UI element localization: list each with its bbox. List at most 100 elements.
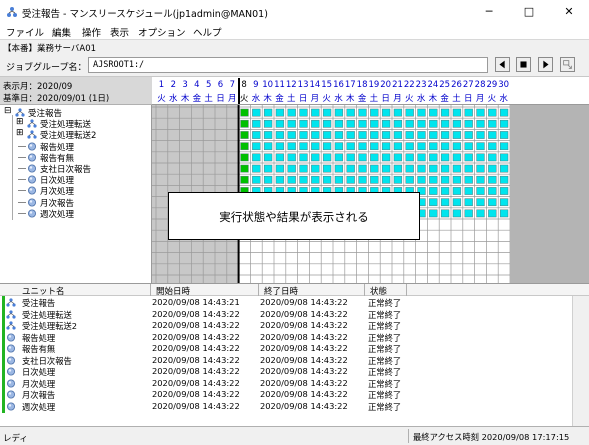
schedule-cell-planned[interactable] [334,175,344,184]
schedule-cell-planned[interactable] [393,119,403,128]
schedule-cell-planned[interactable] [252,119,261,128]
schedule-cell-planned[interactable] [393,142,403,151]
schedule-cell-planned[interactable] [464,131,473,139]
schedule-cell-planned[interactable] [322,131,332,139]
schedule-cell-planned[interactable] [275,131,285,139]
schedule-cell-done[interactable] [240,153,249,162]
tree-item[interactable]: 支社日次報告 [0,163,151,175]
schedule-cell-planned[interactable] [252,108,261,117]
schedule-cell-planned[interactable] [476,119,485,128]
schedule-cell-planned[interactable] [417,164,426,173]
schedule-cell-planned[interactable] [476,175,485,184]
list-row[interactable]: 月次報告 2020/09/08 14:43:22 2020/09/08 14:43:… [0,389,589,400]
schedule-cell-planned[interactable] [452,119,462,128]
schedule-cell-planned[interactable] [287,131,296,139]
tree-item[interactable]: 日次処理 [0,174,151,186]
job-group-field[interactable]: AJSROOT1:/ [88,57,488,73]
schedule-cell-planned[interactable] [476,198,485,207]
schedule-cell-planned[interactable] [346,108,355,117]
schedule-cell-planned[interactable] [393,175,403,184]
schedule-cell-planned[interactable] [263,164,273,173]
schedule-cell-planned[interactable] [499,131,509,139]
schedule-cell-planned[interactable] [405,119,414,128]
schedule-cell-planned[interactable] [381,175,391,184]
close-button[interactable]: ✕ [549,0,589,24]
schedule-cell-planned[interactable] [334,164,344,173]
expand-icon[interactable]: ⊞ [16,117,24,127]
schedule-cell-planned[interactable] [417,175,426,184]
schedule-cell-planned[interactable] [476,142,485,151]
schedule-cell-planned[interactable] [499,175,509,184]
schedule-cell-planned[interactable] [370,131,379,139]
list-row[interactable]: 週次処理 2020/09/08 14:43:22 2020/09/08 14:43:… [0,401,589,412]
schedule-cell-planned[interactable] [440,175,450,184]
menu-help[interactable]: ヘルプ [193,25,222,39]
schedule-cell-planned[interactable] [440,209,450,218]
schedule-cell-planned[interactable] [440,153,450,162]
schedule-cell-planned[interactable] [334,153,344,162]
schedule-cell-planned[interactable] [488,175,497,184]
schedule-cell-planned[interactable] [499,153,509,162]
menu-view[interactable]: 表示 [110,25,129,39]
list-scrollbar[interactable] [572,296,589,426]
schedule-cell-planned[interactable] [263,153,273,162]
schedule-cell-planned[interactable] [358,164,367,173]
schedule-cell-planned[interactable] [252,175,261,184]
schedule-cell-planned[interactable] [405,153,414,162]
schedule-cell-done[interactable] [240,131,249,139]
schedule-cell-planned[interactable] [488,209,497,218]
schedule-cell-planned[interactable] [334,108,344,117]
schedule-cell-done[interactable] [240,175,249,184]
schedule-cell-planned[interactable] [252,131,261,139]
schedule-cell-planned[interactable] [311,131,320,139]
schedule-cell-planned[interactable] [287,164,296,173]
schedule-cell-planned[interactable] [311,142,320,151]
schedule-cell-planned[interactable] [452,187,462,195]
schedule-cell-planned[interactable] [499,164,509,173]
schedule-cell-planned[interactable] [488,131,497,139]
schedule-cell-planned[interactable] [440,198,450,207]
schedule-cell-planned[interactable] [287,153,296,162]
schedule-cell-done[interactable] [240,164,249,173]
tree-item[interactable]: 月次報告 [0,197,151,209]
schedule-cell-planned[interactable] [370,119,379,128]
tree-item[interactable]: 月次処理 [0,185,151,197]
schedule-cell-planned[interactable] [275,142,285,151]
schedule-cell-planned[interactable] [287,142,296,151]
schedule-cell-planned[interactable] [464,142,473,151]
schedule-cell-planned[interactable] [499,119,509,128]
schedule-cell-planned[interactable] [488,108,497,117]
schedule-cell-planned[interactable] [464,175,473,184]
schedule-cell-planned[interactable] [299,153,308,162]
schedule-cell-planned[interactable] [252,142,261,151]
schedule-cell-planned[interactable] [440,187,450,195]
schedule-cell-planned[interactable] [299,119,308,128]
schedule-cell-planned[interactable] [299,175,308,184]
schedule-cell-planned[interactable] [452,164,462,173]
schedule-cell-planned[interactable] [311,119,320,128]
collapse-icon[interactable]: ⊟ [4,106,12,116]
schedule-cell-planned[interactable] [381,142,391,151]
schedule-cell-planned[interactable] [499,108,509,117]
schedule-cell-planned[interactable] [476,209,485,218]
schedule-cell-planned[interactable] [417,131,426,139]
schedule-cell-planned[interactable] [488,164,497,173]
schedule-cell-planned[interactable] [476,131,485,139]
minimize-button[interactable]: ─ [469,0,509,24]
schedule-cell-planned[interactable] [358,142,367,151]
schedule-cell-planned[interactable] [429,209,438,218]
schedule-cell-planned[interactable] [346,164,355,173]
schedule-cell-planned[interactable] [263,142,273,151]
schedule-cell-planned[interactable] [440,119,450,128]
schedule-cell-planned[interactable] [429,187,438,195]
schedule-cell-planned[interactable] [358,108,367,117]
schedule-cell-planned[interactable] [381,119,391,128]
schedule-cell-planned[interactable] [429,131,438,139]
schedule-cell-planned[interactable] [358,175,367,184]
tree-item[interactable]: 週次処理 [0,208,151,220]
schedule-cell-planned[interactable] [252,153,261,162]
schedule-cell-planned[interactable] [429,119,438,128]
schedule-cell-planned[interactable] [346,175,355,184]
schedule-cell-planned[interactable] [464,119,473,128]
schedule-cell-planned[interactable] [370,175,379,184]
